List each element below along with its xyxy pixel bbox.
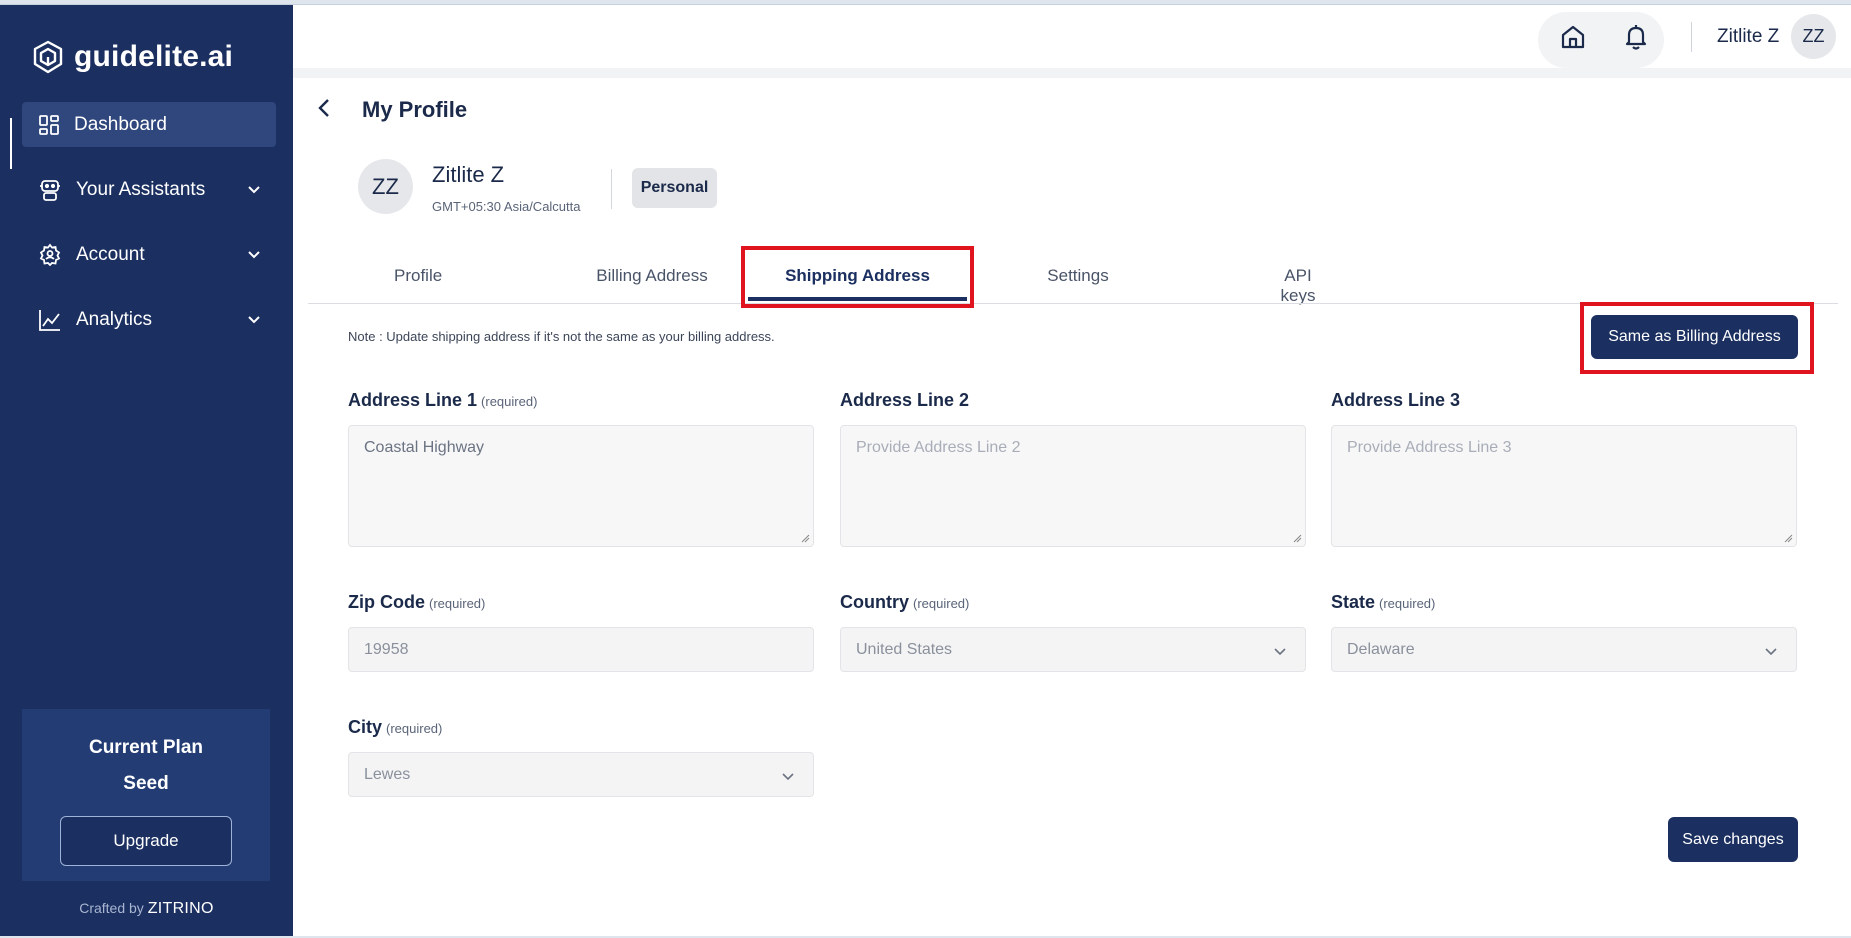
brand-logo[interactable]: guidelite.ai <box>30 39 233 75</box>
guidelite-logo-icon <box>33 40 63 74</box>
sidebar-item-analytics[interactable]: Analytics <box>22 297 276 342</box>
resize-grip-icon[interactable] <box>1784 534 1793 543</box>
topbar-user-name[interactable]: Zitlite Z <box>1717 26 1779 48</box>
sidebar-item-label: Account <box>76 243 145 265</box>
sidebar: guidelite.ai Dashboard Your Assistants A… <box>0 5 293 936</box>
back-arrow-icon[interactable] <box>313 96 337 120</box>
chevron-down-icon <box>248 316 260 324</box>
profile-timezone: GMT+05:30 Asia/Calcutta <box>432 199 581 214</box>
country-select[interactable]: United States <box>840 627 1306 672</box>
tabs-baseline <box>308 303 1838 304</box>
chevron-down-icon <box>248 251 260 259</box>
chevron-down-icon <box>1274 648 1286 656</box>
address-line-3-label: Address Line 3 <box>1331 390 1461 410</box>
page-title: My Profile <box>362 97 468 122</box>
country-label: Country (required) <box>840 592 970 612</box>
current-plan-name: Seed <box>123 773 169 794</box>
sidebar-item-dashboard[interactable]: Dashboard <box>22 102 276 147</box>
home-icon[interactable] <box>1558 22 1588 52</box>
save-changes-button[interactable]: Save changes <box>1668 817 1798 862</box>
tab-api-keys[interactable]: API keys <box>1266 266 1330 306</box>
current-plan-title: Current Plan <box>88 737 204 758</box>
tab-settings[interactable]: Settings <box>1047 266 1109 286</box>
city-select[interactable]: Lewes <box>348 752 814 797</box>
resize-grip-icon[interactable] <box>1293 534 1302 543</box>
sidebar-item-label: Analytics <box>76 308 153 330</box>
crafted-by-footer: Crafted by ZITRINO <box>0 900 293 918</box>
same-as-billing-button[interactable]: Same as Billing Address <box>1591 315 1798 359</box>
profile-name: Zitlite Z <box>432 162 505 187</box>
profile-avatar: ZZ <box>358 159 413 214</box>
shipping-note: Note : Update shipping address if it's n… <box>348 329 775 344</box>
profile-divider <box>611 169 612 209</box>
chevron-down-icon <box>248 186 260 194</box>
sidebar-item-label: Your Assistants <box>76 178 206 200</box>
account-type-badge: Personal <box>632 168 717 208</box>
crafted-by-brand[interactable]: ZITRINO <box>148 900 214 917</box>
zip-code-label: Zip Code (required) <box>348 592 486 612</box>
crafted-by-prefix: Crafted by <box>79 900 144 916</box>
topbar-user-avatar[interactable]: ZZ <box>1791 14 1836 59</box>
zip-code-input[interactable]: 19958 <box>348 627 814 672</box>
sidebar-item-account[interactable]: Account <box>22 232 276 277</box>
active-nav-indicator <box>10 118 12 169</box>
current-plan-card: Current Plan Seed Upgrade <box>22 709 270 881</box>
bell-icon[interactable] <box>1621 22 1651 52</box>
topbar-divider-band <box>293 68 1851 78</box>
city-label: City (required) <box>348 717 443 737</box>
address-line-2-label: Address Line 2 <box>840 390 970 410</box>
active-tab-underline <box>748 297 967 301</box>
tab-billing-address[interactable]: Billing Address <box>582 266 722 286</box>
sidebar-item-your-assistants[interactable]: Your Assistants <box>22 167 276 212</box>
upgrade-button[interactable]: Upgrade <box>60 816 232 866</box>
account-gear-icon <box>39 243 61 266</box>
tab-profile[interactable]: Profile <box>394 266 442 286</box>
address-line-3-field[interactable]: Provide Address Line 3 <box>1331 425 1797 547</box>
chevron-down-icon <box>782 773 794 781</box>
brand-name: guidelite.ai <box>74 40 234 73</box>
sidebar-item-label: Dashboard <box>74 113 167 135</box>
chevron-down-icon <box>1765 648 1777 656</box>
address-line-1-label: Address Line 1 (required) <box>348 390 538 410</box>
assistant-robot-icon <box>40 179 60 201</box>
tab-shipping-address[interactable]: Shipping Address <box>760 266 955 286</box>
dashboard-icon <box>39 114 59 135</box>
state-label: State (required) <box>1331 592 1436 612</box>
state-select[interactable]: Delaware <box>1331 627 1797 672</box>
address-line-2-field[interactable]: Provide Address Line 2 <box>840 425 1306 547</box>
topbar-separator <box>1691 22 1692 52</box>
address-line-1-field[interactable]: Coastal Highway <box>348 425 814 547</box>
analytics-chart-icon <box>39 309 60 331</box>
resize-grip-icon[interactable] <box>801 534 810 543</box>
